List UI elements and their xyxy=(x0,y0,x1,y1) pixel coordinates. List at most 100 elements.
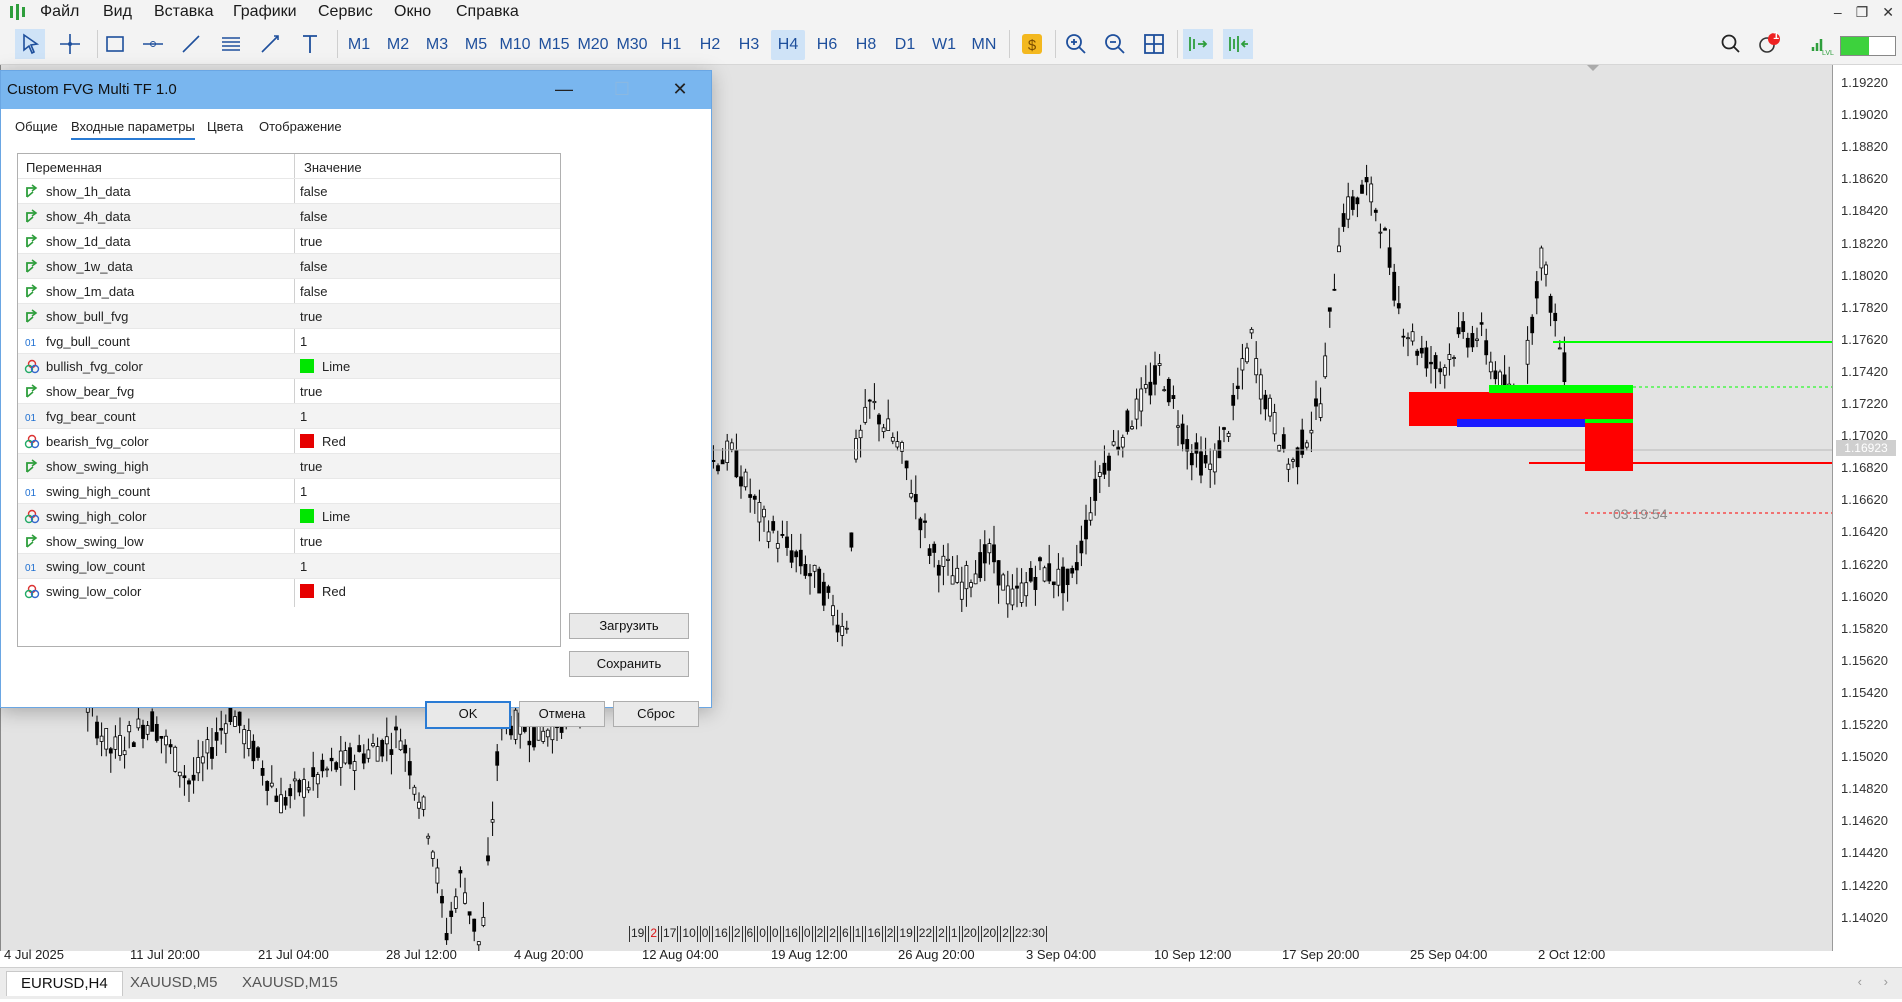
hline-tool-button[interactable] xyxy=(138,29,168,59)
search-button[interactable] xyxy=(1716,29,1746,59)
param-row-show-1w-data[interactable]: show_1w_data false xyxy=(18,253,560,279)
param-row-swing-low-count[interactable]: 01 swing_low_count 1 xyxy=(18,553,560,579)
param-value[interactable]: true xyxy=(300,309,322,324)
zoom-out-button[interactable] xyxy=(1100,29,1130,59)
param-row-swing-high-count[interactable]: 01 swing_high_count 1 xyxy=(18,478,560,504)
timeframe-m15[interactable]: M15 xyxy=(536,30,572,60)
tab-colors[interactable]: Цвета xyxy=(207,119,243,134)
ok-button[interactable]: OK xyxy=(425,701,511,729)
menu-insert[interactable]: Вставка xyxy=(154,0,213,24)
dialog-title-bar[interactable]: Custom FVG Multi TF 1.0 — ☐ ✕ xyxy=(1,71,711,109)
minimize-icon[interactable]: – xyxy=(1834,4,1842,20)
param-row-show-swing-low[interactable]: show_swing_low true xyxy=(18,528,560,554)
color-swatch[interactable] xyxy=(300,509,314,523)
cancel-button[interactable]: Отмена xyxy=(519,701,605,727)
param-row-show-bull-fvg[interactable]: show_bull_fvg true xyxy=(18,303,560,329)
reset-button[interactable]: Сброс xyxy=(613,701,699,727)
param-row-show-1h-data[interactable]: show_1h_data false xyxy=(18,178,560,204)
param-value[interactable]: Lime xyxy=(322,509,350,524)
param-value[interactable]: 1 xyxy=(300,559,307,574)
menu-window[interactable]: Окно xyxy=(394,0,431,24)
color-swatch[interactable] xyxy=(300,359,314,373)
timeframe-h2[interactable]: H2 xyxy=(695,30,725,60)
tab-eurusd-h4[interactable]: EURUSD,H4 xyxy=(6,971,123,996)
menu-view[interactable]: Вид xyxy=(103,0,132,24)
param-row-bearish-fvg-color[interactable]: bearish_fvg_color Red xyxy=(18,428,560,454)
param-row-show-bear-fvg[interactable]: show_bear_fvg true xyxy=(18,378,560,404)
tab-xauusd-m5[interactable]: XAUUSD,M5 xyxy=(116,971,232,995)
menu-help[interactable]: Справка xyxy=(456,0,519,24)
restore-icon[interactable]: ❐ xyxy=(1856,4,1869,21)
trendline-tool-button[interactable] xyxy=(176,29,206,59)
param-row-show-1m-data[interactable]: show_1m_data false xyxy=(18,278,560,304)
candle-body xyxy=(246,730,251,749)
timeframe-m1[interactable]: M1 xyxy=(344,30,374,60)
dialog-minimize-icon[interactable]: — xyxy=(549,77,579,101)
color-swatch[interactable] xyxy=(300,434,314,448)
param-value[interactable]: 1 xyxy=(300,484,307,499)
param-row-swing-high-color[interactable]: swing_high_color Lime xyxy=(18,503,560,529)
load-button[interactable]: Загрузить xyxy=(569,613,689,639)
param-row-bullish-fvg-color[interactable]: bullish_fvg_color Lime xyxy=(18,353,560,379)
save-button[interactable]: Сохранить xyxy=(569,651,689,677)
scroll-left-icon[interactable]: ‹ xyxy=(1858,974,1862,989)
cursor-tool-button[interactable] xyxy=(15,29,45,59)
timeframe-m3[interactable]: M3 xyxy=(422,30,452,60)
param-value[interactable]: Lime xyxy=(322,359,350,374)
timeframe-m2[interactable]: M2 xyxy=(383,30,413,60)
timeframe-m5[interactable]: M5 xyxy=(461,30,491,60)
timeframe-m30[interactable]: M30 xyxy=(614,30,650,60)
param-value[interactable]: false xyxy=(300,259,327,274)
param-row-swing-low-color[interactable]: swing_low_color Red xyxy=(18,578,560,604)
chart-shift-button[interactable] xyxy=(1223,29,1253,59)
text-tool-button[interactable] xyxy=(295,29,325,59)
rectangle-tool-button[interactable] xyxy=(100,29,130,59)
fibo-tool-button[interactable] xyxy=(255,29,285,59)
param-row-fvg-bull-count[interactable]: 01 fvg_bull_count 1 xyxy=(18,328,560,354)
dialog-close-icon[interactable]: ✕ xyxy=(665,77,695,101)
param-row-show-1d-data[interactable]: show_1d_data true xyxy=(18,228,560,254)
timeframe-h6[interactable]: H6 xyxy=(812,30,842,60)
param-value[interactable]: true xyxy=(300,234,322,249)
tab-common[interactable]: Общие xyxy=(15,119,58,134)
param-value[interactable]: true xyxy=(300,459,322,474)
timeframe-d1[interactable]: D1 xyxy=(890,30,920,60)
tab-xauusd-m15[interactable]: XAUUSD,M15 xyxy=(228,971,352,995)
scroll-right-icon[interactable]: › xyxy=(1884,974,1888,989)
tab-inputs[interactable]: Входные параметры xyxy=(71,119,195,140)
timeframe-h4[interactable]: H4 xyxy=(771,30,805,60)
param-value[interactable]: false xyxy=(300,184,327,199)
zoom-in-button[interactable] xyxy=(1061,29,1091,59)
close-icon[interactable]: ✕ xyxy=(1882,4,1894,21)
param-value[interactable]: true xyxy=(300,384,322,399)
param-value[interactable]: 1 xyxy=(300,334,307,349)
param-value[interactable]: true xyxy=(300,534,322,549)
timeframe-w1[interactable]: W1 xyxy=(929,30,959,60)
timeframe-m10[interactable]: M10 xyxy=(497,30,533,60)
timeframe-h1[interactable]: H1 xyxy=(656,30,686,60)
timeframe-h8[interactable]: H8 xyxy=(851,30,881,60)
timeframe-m20[interactable]: M20 xyxy=(575,30,611,60)
menu-charts[interactable]: Графики xyxy=(233,0,297,24)
param-value[interactable]: false xyxy=(300,209,327,224)
crosshair-tool-button[interactable] xyxy=(55,29,85,59)
menu-file[interactable]: Файл xyxy=(40,0,79,24)
param-value[interactable]: 1 xyxy=(300,409,307,424)
param-row-fvg-bear-count[interactable]: 01 fvg_bear_count 1 xyxy=(18,403,560,429)
menu-tools[interactable]: Сервис xyxy=(318,0,373,24)
notifications-button[interactable]: 1 xyxy=(1754,29,1784,59)
param-row-show-4h-data[interactable]: show_4h_data false xyxy=(18,203,560,229)
param-value[interactable]: false xyxy=(300,284,327,299)
tab-visualization[interactable]: Отображение xyxy=(259,119,342,134)
param-row-show-swing-high[interactable]: show_swing_high true xyxy=(18,453,560,479)
trading-button[interactable]: $ xyxy=(1017,29,1047,59)
price-axis[interactable]: 1.19220 1.19020 1.18820 1.18620 1.18420 1.182… xyxy=(1832,65,1902,951)
channel-tool-button[interactable] xyxy=(216,29,246,59)
param-value[interactable]: Red xyxy=(322,584,346,599)
grid-button[interactable] xyxy=(1139,29,1169,59)
timeframe-h3[interactable]: H3 xyxy=(734,30,764,60)
timeframe-mn[interactable]: MN xyxy=(968,30,1000,60)
param-value[interactable]: Red xyxy=(322,434,346,449)
autoscroll-button[interactable] xyxy=(1183,29,1213,59)
color-swatch[interactable] xyxy=(300,584,314,598)
